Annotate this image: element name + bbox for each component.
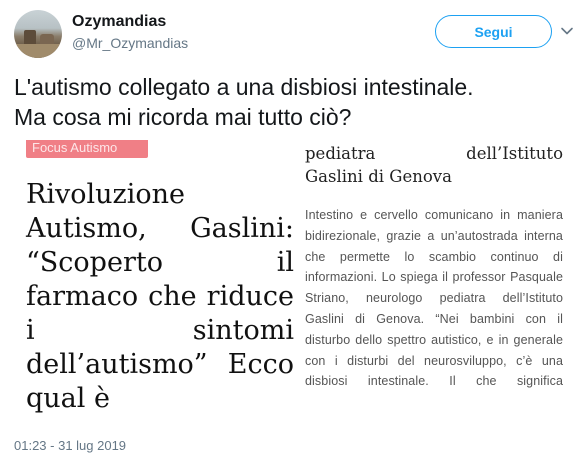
avatar-sand-shape bbox=[14, 44, 62, 58]
article-body: Intestino e cervello comunicano in manie… bbox=[305, 208, 563, 389]
article-subtitle: pediatra dell’Istituto Gaslini di Genova bbox=[305, 142, 563, 188]
tweet-media-image[interactable]: Focus Autismo Rivoluzione Autismo, Gasli… bbox=[14, 140, 570, 426]
display-name[interactable]: Ozymandias bbox=[72, 13, 166, 31]
article-headline: Rivoluzione Autismo, Gaslini: “Scoperto … bbox=[26, 179, 294, 414]
tweet-header: Ozymandias @Mr_Ozymandias Segui bbox=[0, 0, 584, 64]
tweet-text: L'autismo collegato a una disbiosi intes… bbox=[14, 72, 574, 132]
chevron-down-icon[interactable] bbox=[560, 24, 574, 38]
article-subtitle-word: dell’Istituto bbox=[466, 144, 563, 163]
article-subtitle-line: Gaslini di Genova bbox=[305, 167, 452, 186]
article-subtitle-word: pediatra bbox=[305, 144, 376, 163]
tweet-text-line: L'autismo collegato a una disbiosi intes… bbox=[14, 74, 474, 100]
media-bottom-edge bbox=[14, 420, 570, 426]
tweet-text-line: Ma cosa mi ricorda mai tutto ciò? bbox=[14, 104, 352, 130]
user-handle[interactable]: @Mr_Ozymandias bbox=[72, 35, 188, 51]
tweet-timestamp[interactable]: 01:23 - 31 lug 2019 bbox=[14, 438, 126, 453]
article-right-column: pediatra dell’Istituto Gaslini di Genova… bbox=[305, 140, 563, 392]
avatar[interactable] bbox=[14, 10, 62, 58]
follow-button[interactable]: Segui bbox=[435, 15, 552, 48]
article-category-badge: Focus Autismo bbox=[26, 140, 148, 158]
